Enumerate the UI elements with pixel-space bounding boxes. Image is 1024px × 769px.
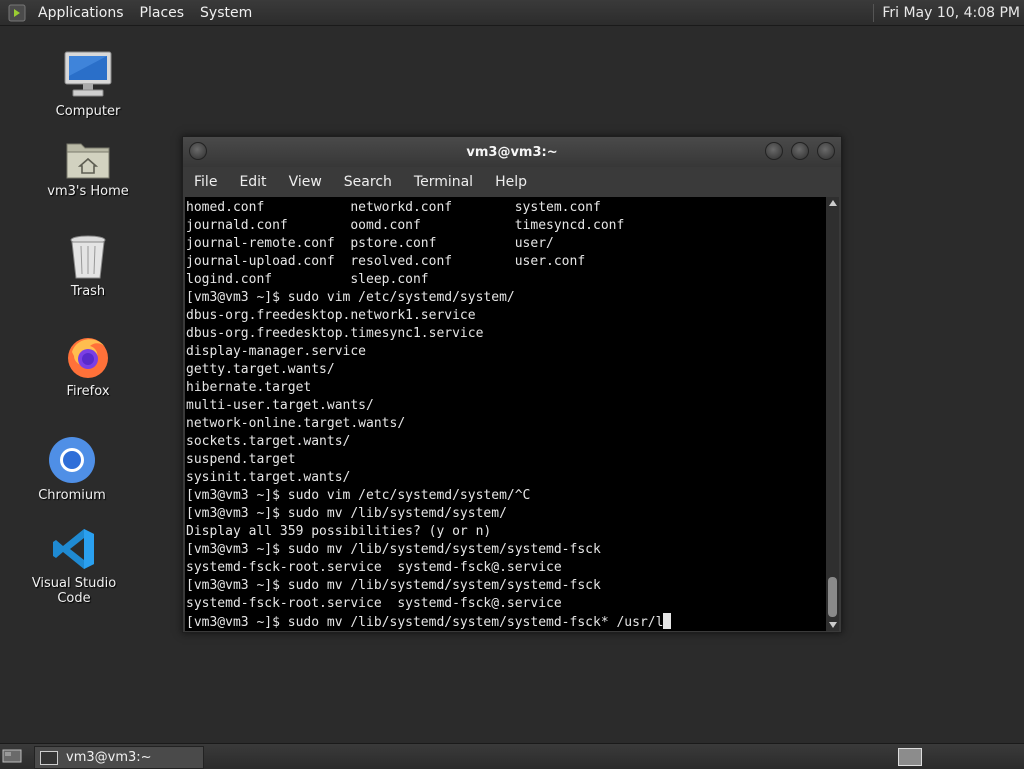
applications-logo-icon[interactable] xyxy=(8,4,26,22)
terminal-line: systemd-fsck-root.service systemd-fsck@.… xyxy=(186,560,562,575)
terminal-menubar: File Edit View Search Terminal Help xyxy=(183,167,841,196)
terminal-line: getty.target.wants/ xyxy=(186,362,335,377)
menu-file[interactable]: File xyxy=(183,174,228,190)
terminal-line: Display all 359 possibilities? (y or n) xyxy=(186,524,492,539)
terminal-scrollbar[interactable] xyxy=(826,197,839,631)
scroll-down-arrow-icon[interactable] xyxy=(826,619,839,631)
show-desktop-icon[interactable] xyxy=(2,747,22,765)
task-label: vm3@vm3:~ xyxy=(66,750,152,765)
terminal-line: [vm3@vm3 ~]$ sudo mv /lib/systemd/system… xyxy=(186,578,601,593)
top-panel: Applications Places System Fri May 10, 4… xyxy=(0,0,1024,26)
text-cursor xyxy=(663,613,672,629)
terminal-line: [vm3@vm3 ~]$ sudo mv /lib/systemd/system… xyxy=(186,506,507,521)
close-button[interactable] xyxy=(817,142,835,160)
terminal-line: homed.conf networkd.conf system.conf xyxy=(186,200,601,215)
window-menu-button[interactable] xyxy=(189,142,207,160)
desktop-icon-label: Trash xyxy=(70,284,106,299)
terminal-line: dbus-org.freedesktop.network1.service xyxy=(186,308,476,323)
clock[interactable]: Fri May 10, 4:08 PM xyxy=(869,0,1024,25)
current-command: [vm3@vm3 ~]$ sudo mv /lib/systemd/system… xyxy=(186,615,664,630)
menu-places[interactable]: Places xyxy=(132,5,193,21)
desktop-icon-label: Computer xyxy=(55,104,121,119)
firefox-icon xyxy=(64,324,112,380)
terminal-line: [vm3@vm3 ~]$ sudo mv /lib/systemd/system… xyxy=(186,542,601,557)
trash-icon xyxy=(68,224,108,280)
bottom-panel: vm3@vm3:~ xyxy=(0,743,1024,769)
desktop-icon-chromium[interactable]: Chromium xyxy=(12,428,132,503)
home-folder-icon xyxy=(65,124,111,180)
menu-applications[interactable]: Applications xyxy=(30,5,132,21)
taskbar-terminal-button[interactable]: vm3@vm3:~ xyxy=(34,746,204,769)
desktop-icon-label: Firefox xyxy=(66,384,110,399)
desktop-icon-label: vm3's Home xyxy=(47,184,129,199)
window-titlebar[interactable]: vm3@vm3:~ xyxy=(183,137,841,167)
terminal-line: sockets.target.wants/ xyxy=(186,434,351,449)
terminal-line: network-online.target.wants/ xyxy=(186,416,406,431)
maximize-button[interactable] xyxy=(791,142,809,160)
desktop-icon-label: Chromium xyxy=(38,488,106,503)
terminal-icon xyxy=(40,750,58,765)
terminal-window[interactable]: vm3@vm3:~ File Edit View Search Terminal… xyxy=(182,136,842,633)
menu-terminal[interactable]: Terminal xyxy=(403,174,484,190)
scroll-up-arrow-icon[interactable] xyxy=(826,197,839,209)
terminal-line: journal-remote.conf pstore.conf user/ xyxy=(186,236,554,251)
panel-separator xyxy=(873,3,875,22)
terminal-prompt-line[interactable]: [vm3@vm3 ~]$ sudo mv /lib/systemd/system… xyxy=(186,613,826,631)
terminal-line: [vm3@vm3 ~]$ sudo vim /etc/systemd/syste… xyxy=(186,290,515,305)
clock-text: Fri May 10, 4:08 PM xyxy=(882,4,1020,21)
menu-search[interactable]: Search xyxy=(333,174,403,190)
vscode-icon xyxy=(51,516,97,572)
terminal-line: hibernate.target xyxy=(186,380,312,395)
terminal-line: logind.conf sleep.conf xyxy=(186,272,429,287)
terminal-line: multi-user.target.wants/ xyxy=(186,398,374,413)
desktop-icon-home[interactable]: vm3's Home xyxy=(28,124,148,199)
desktop-icon-firefox[interactable]: Firefox xyxy=(28,324,148,399)
window-title: vm3@vm3:~ xyxy=(466,144,558,160)
terminal-line: systemd-fsck-root.service systemd-fsck@.… xyxy=(186,596,562,611)
workspace-switcher[interactable] xyxy=(898,748,922,766)
minimize-button[interactable] xyxy=(765,142,783,160)
terminal-line: dbus-org.freedesktop.timesync1.service xyxy=(186,326,484,341)
terminal-line: sysinit.target.wants/ xyxy=(186,470,351,485)
desktop-icon-vscode[interactable]: Visual Studio Code xyxy=(14,516,134,606)
terminal-output[interactable]: homed.conf networkd.conf system.conf jour… xyxy=(185,197,826,631)
terminal-line: journal-upload.conf resolved.conf user.c… xyxy=(186,254,586,269)
terminal-line: suspend.target xyxy=(186,452,296,467)
menu-view[interactable]: View xyxy=(278,174,333,190)
desktop-icon-computer[interactable]: Computer xyxy=(28,44,148,119)
desktop-icon-label: Visual Studio Code xyxy=(31,576,117,606)
scrollbar-thumb[interactable] xyxy=(828,577,837,617)
menu-system[interactable]: System xyxy=(192,5,260,21)
computer-icon xyxy=(63,44,113,100)
terminal-line: journald.conf oomd.conf timesyncd.conf xyxy=(186,218,625,233)
menu-help[interactable]: Help xyxy=(484,174,538,190)
chromium-icon xyxy=(48,428,96,484)
terminal-lines: homed.conf networkd.conf system.conf jour… xyxy=(185,197,826,631)
terminal-line: [vm3@vm3 ~]$ sudo vim /etc/systemd/syste… xyxy=(186,488,531,503)
menu-edit[interactable]: Edit xyxy=(228,174,277,190)
desktop-icon-trash[interactable]: Trash xyxy=(28,224,148,299)
terminal-line: display-manager.service xyxy=(186,344,367,359)
